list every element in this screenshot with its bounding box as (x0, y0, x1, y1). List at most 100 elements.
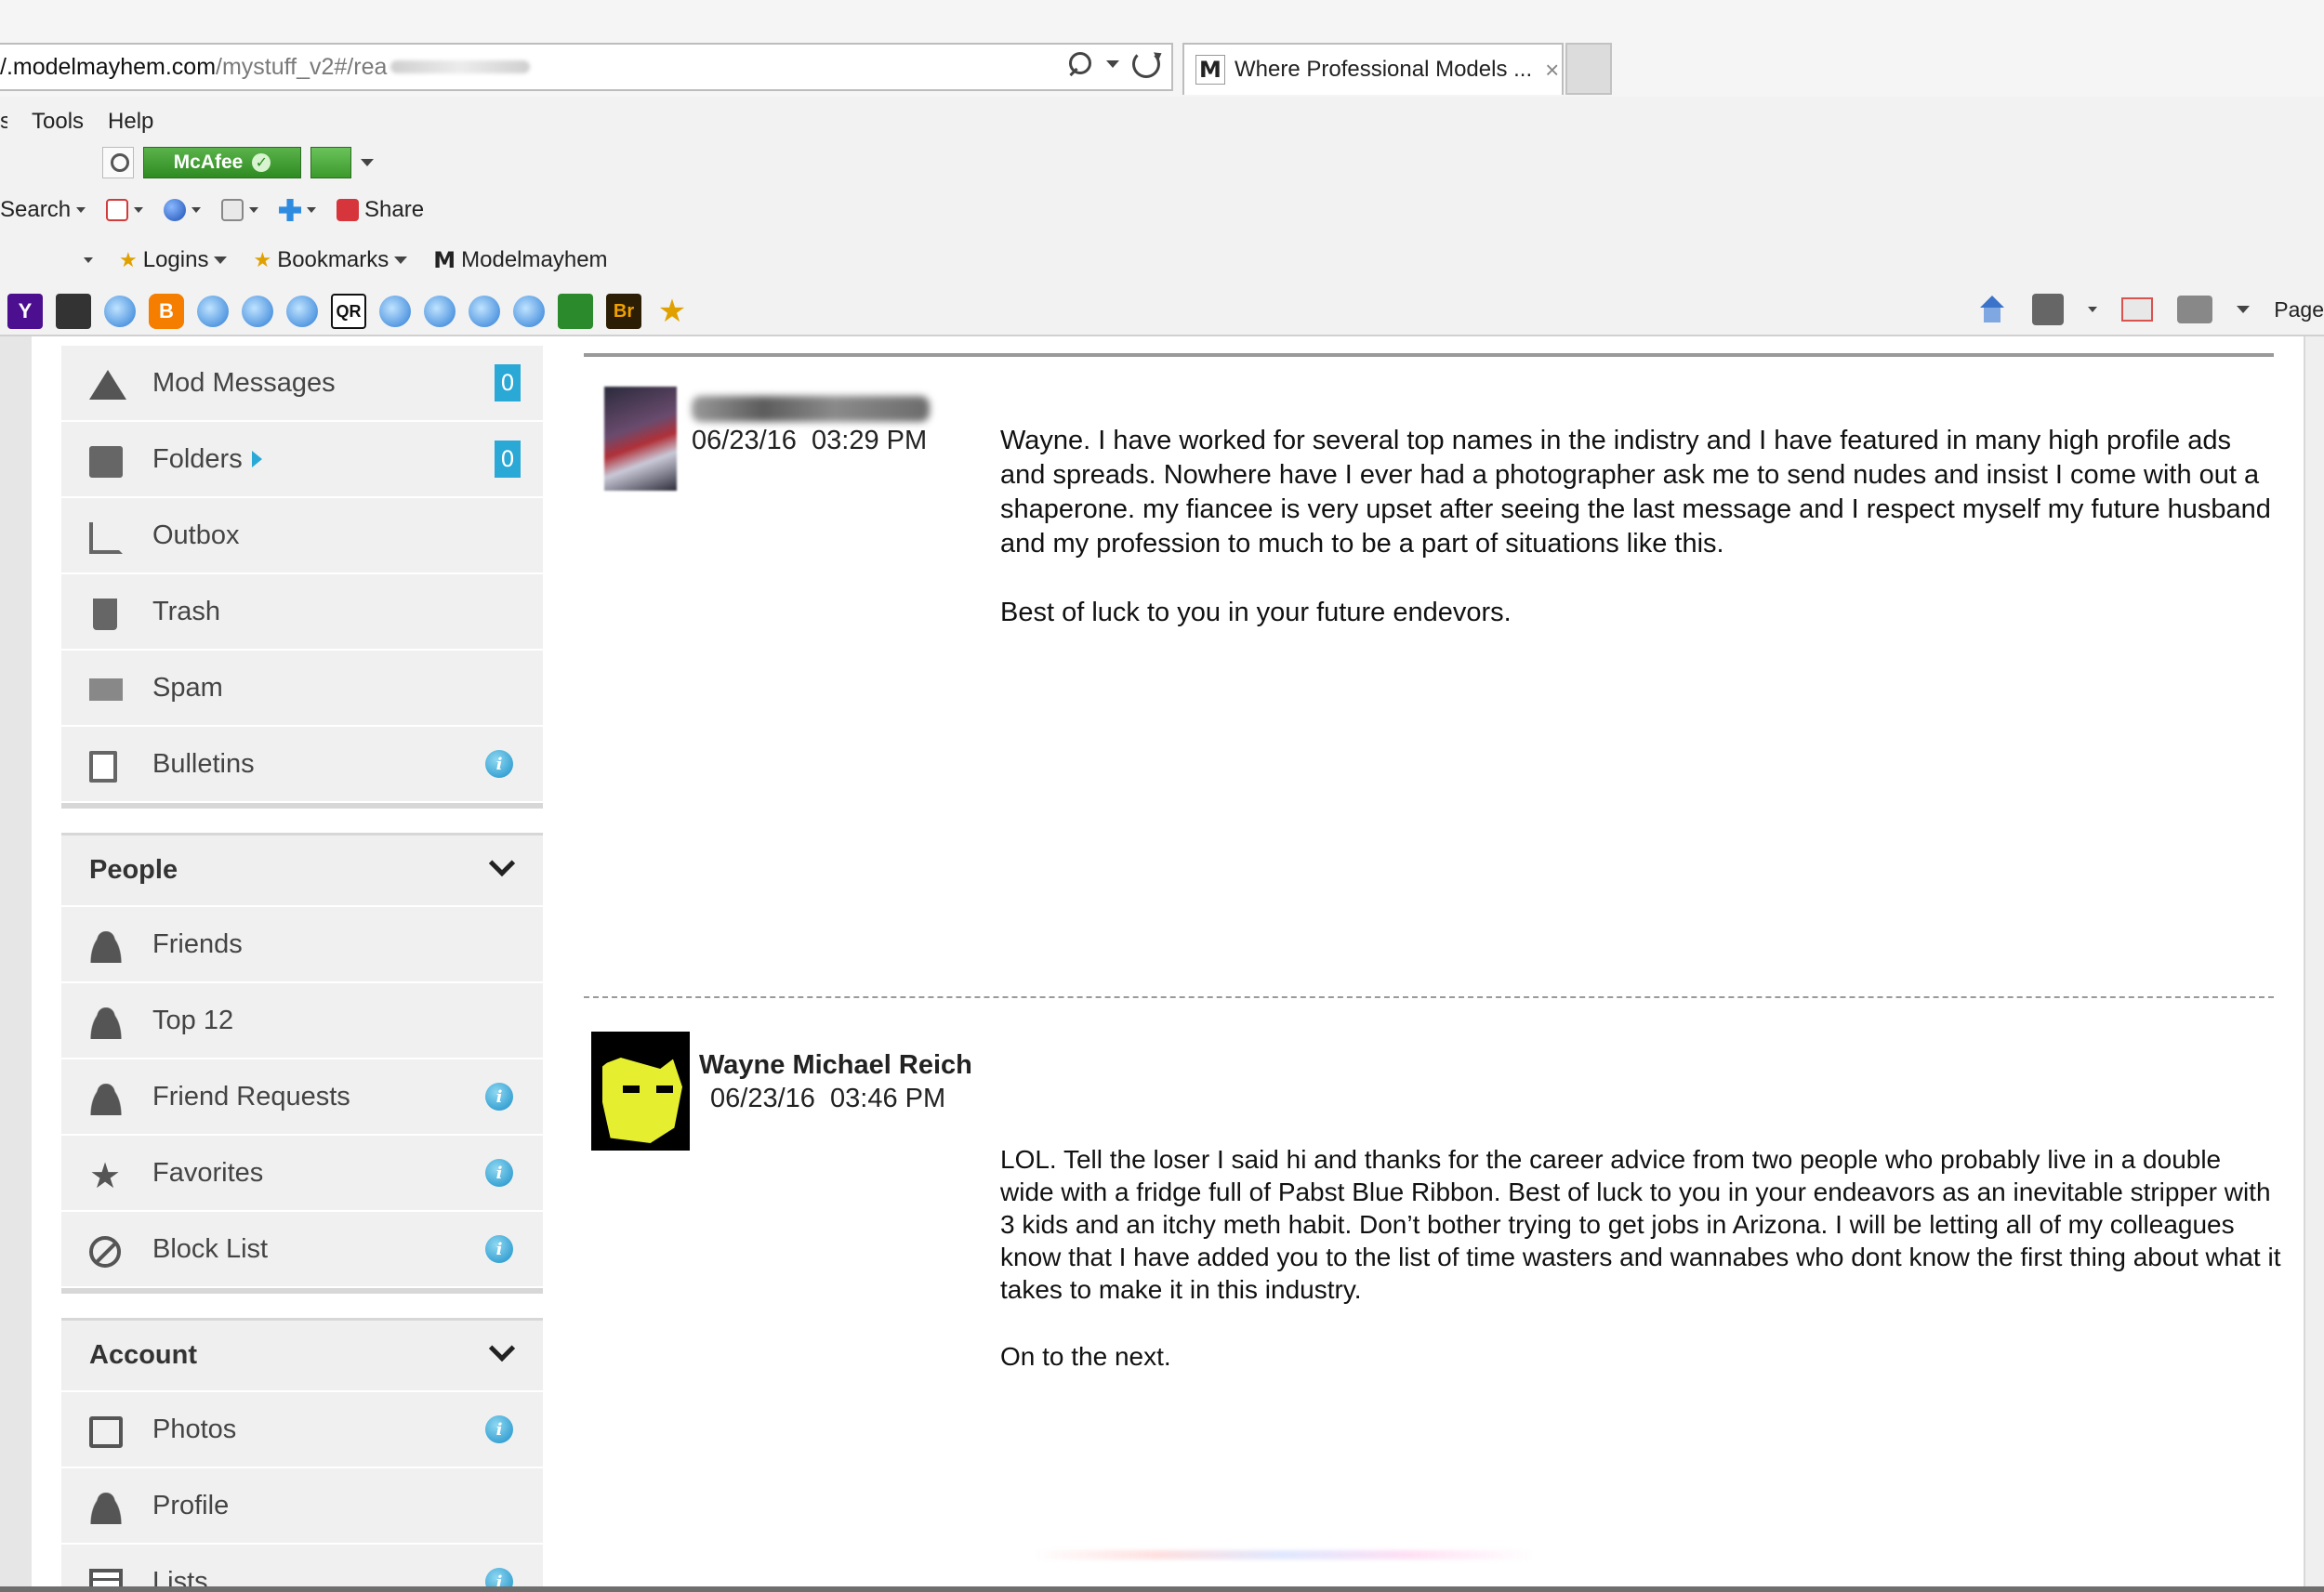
info-icon[interactable]: i (485, 750, 513, 778)
sidebar-item-label: Favorites (152, 1157, 264, 1188)
toolbar-globe-button[interactable] (164, 199, 202, 221)
sidebar-item-outbox[interactable]: Outbox (61, 498, 543, 574)
modelmayhem-favicon-icon: M (1195, 55, 1225, 85)
sender-name-redacted (692, 396, 930, 422)
count-badge: 0 (495, 364, 521, 401)
avatar[interactable] (591, 1032, 690, 1151)
ie-icon[interactable] (424, 296, 456, 327)
ie-icon[interactable] (513, 296, 545, 327)
rss-icon[interactable] (2032, 294, 2065, 325)
message-date: 06/23/16 03:29 PM (692, 426, 928, 455)
plus-icon (279, 199, 302, 221)
chevron-right-icon[interactable] (251, 450, 262, 467)
sidebar-item-profile[interactable]: Profile (61, 1468, 543, 1545)
sender-name[interactable]: Wayne Michael Reich (699, 1050, 972, 1081)
info-icon[interactable]: i (485, 1235, 513, 1263)
section-header-people[interactable]: People (61, 833, 543, 907)
sidebar-item-favorites[interactable]: ★ Favorites i (61, 1136, 543, 1212)
sidebar-item-friend-requests[interactable]: Friend Requests i (61, 1059, 543, 1136)
star-icon: ★ (89, 1155, 122, 1196)
sidebar-item-bulletins[interactable]: Bulletins i (61, 727, 543, 803)
fav-logins[interactable]: ★ Logins (119, 247, 228, 273)
toolbar-mail-button[interactable] (106, 199, 144, 221)
sidebar-item-lists[interactable]: Lists i (61, 1545, 543, 1592)
chevron-down-icon[interactable] (488, 849, 516, 877)
browser-tab[interactable]: M Where Professional Models ... × (1182, 43, 1564, 95)
print-icon[interactable] (2177, 296, 2213, 323)
chevron-down-icon (394, 257, 408, 264)
info-icon[interactable]: i (485, 1159, 513, 1187)
sidebar-item-spam[interactable]: Spam (61, 651, 543, 727)
sidebar-item-trash[interactable]: Trash (61, 574, 543, 651)
info-icon[interactable]: i (485, 1083, 513, 1111)
refresh-icon[interactable] (1132, 50, 1160, 78)
sidebar-item-top12[interactable]: Top 12 (61, 983, 543, 1059)
home-icon[interactable] (1976, 294, 2008, 325)
favorites-star-icon[interactable]: ★ (654, 294, 690, 329)
fav-modelmayhem[interactable]: M Modelmayhem (433, 247, 607, 273)
yahoo-icon[interactable]: Y (7, 294, 43, 329)
section-title: Account (89, 1340, 197, 1370)
sidebar-item-folders[interactable]: Folders 0 (61, 422, 543, 498)
divider (61, 803, 543, 809)
document-icon (221, 199, 244, 221)
addon-share-icon[interactable] (310, 147, 351, 178)
address-tools (1065, 50, 1160, 78)
toolbar-search-button[interactable]: Search (0, 197, 86, 223)
chevron-down-icon[interactable] (2088, 307, 2098, 312)
sidebar-item-mod-messages[interactable]: Mod Messages 0 (61, 346, 543, 422)
bulletin-icon (89, 751, 117, 783)
address-bar[interactable]: /.modelmayhem.com /mystuff_v2#/rea (0, 43, 1173, 91)
page-content: Mod Messages 0 Folders 0 Outbox Trash Sp… (0, 336, 2324, 1592)
bridge-icon[interactable]: Br (606, 294, 641, 329)
ie-icon[interactable] (104, 296, 136, 327)
ie-icon[interactable] (469, 296, 500, 327)
sidebar-item-photos[interactable]: Photos i (61, 1392, 543, 1468)
toolbar-plus-button[interactable] (279, 199, 317, 221)
ie-icon[interactable] (242, 296, 273, 327)
quick-launch-icons: Y B QR Br ★ (0, 294, 690, 329)
menu-item-help[interactable]: Help (108, 109, 153, 135)
read-mail-icon[interactable] (2121, 297, 2154, 322)
page-menu[interactable]: Page (2274, 297, 2324, 322)
chevron-down-icon (76, 207, 86, 213)
ie-icon[interactable] (286, 296, 318, 327)
fav-bookmarks[interactable]: ★ Bookmarks (253, 247, 408, 273)
mcafee-button[interactable]: McAfee ✓ (143, 147, 301, 178)
sidebar-item-label: Top 12 (152, 1005, 234, 1035)
chevron-down-icon (84, 257, 93, 263)
qr-icon[interactable]: QR (331, 294, 366, 329)
toolbar-share-button[interactable]: Share (337, 197, 424, 223)
ie-icon[interactable] (197, 296, 229, 327)
toolbar-doc-button[interactable] (221, 199, 259, 221)
avatar[interactable] (604, 387, 677, 491)
scrollbar[interactable] (2304, 336, 2324, 1592)
menu-item-tools[interactable]: Tools (32, 109, 84, 135)
find-icon[interactable] (102, 147, 134, 178)
search-icon[interactable] (1065, 50, 1093, 78)
star-icon: ★ (253, 248, 272, 271)
sidebar-item-friends[interactable]: Friends (61, 907, 543, 983)
chevron-down-icon[interactable] (1106, 60, 1119, 68)
info-icon[interactable]: i (485, 1415, 513, 1443)
sidebar-item-label: Block List (152, 1233, 269, 1264)
sidebar-item-block-list[interactable]: Block List i (61, 1212, 543, 1288)
app-icon[interactable] (56, 294, 91, 329)
url-redacted (390, 60, 531, 73)
new-tab-button[interactable] (1565, 43, 1612, 95)
avatar-eye (623, 1085, 640, 1093)
globe-icon (164, 199, 187, 221)
robot-icon[interactable] (558, 294, 593, 329)
blogger-icon[interactable]: B (149, 294, 184, 329)
chevron-down-icon[interactable] (2237, 306, 2251, 313)
sidebar-item-label: Friend Requests (152, 1081, 350, 1112)
section-header-account[interactable]: Account (61, 1318, 543, 1392)
chevron-down-icon[interactable] (361, 159, 374, 166)
warning-icon (89, 370, 126, 400)
ie-icon[interactable] (379, 296, 411, 327)
favorites-chevron[interactable] (84, 257, 93, 263)
star-icon: ★ (119, 248, 138, 271)
close-tab-icon[interactable]: × (1545, 56, 1559, 85)
chevron-down-icon[interactable] (488, 1335, 516, 1362)
menu-item-partial[interactable]: s (0, 109, 7, 135)
